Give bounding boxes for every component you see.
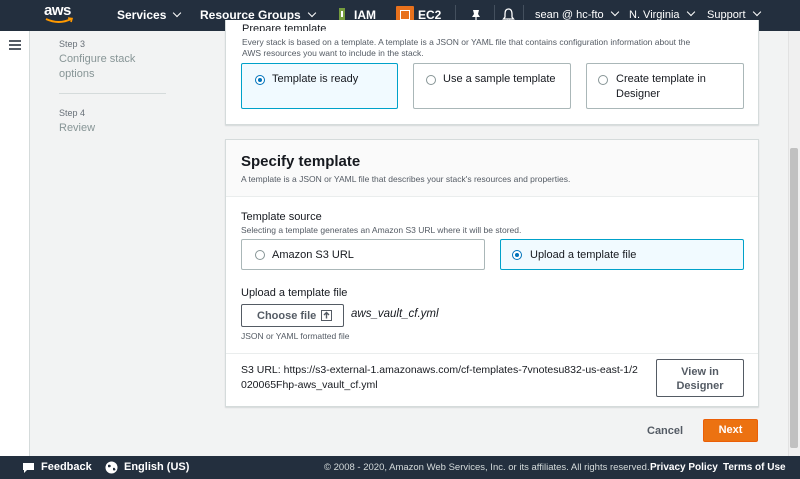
step3-label: Step 3 — [59, 39, 86, 49]
option-template-ready[interactable]: Template is ready — [241, 63, 398, 109]
aws-logo-text: aws — [44, 2, 71, 19]
hamburger-menu-icon[interactable] — [9, 40, 21, 50]
upload-icon — [321, 310, 332, 321]
radio-template-ready[interactable] — [255, 75, 265, 85]
prepare-description-line2: AWS resources you want to include in the… — [242, 48, 424, 58]
option-create-designer-line1: Create template in — [616, 73, 706, 85]
source-option-upload[interactable]: Upload a template file — [500, 239, 744, 270]
step4-title[interactable]: Review — [59, 121, 95, 136]
view-in-designer-line2: Designer — [676, 380, 724, 392]
option-create-designer[interactable]: Create template in Designer — [586, 63, 744, 109]
selected-file-name: aws_vault_cf.yml — [351, 308, 439, 320]
source-option-upload-label: Upload a template file — [530, 249, 637, 261]
option-sample-template[interactable]: Use a sample template — [413, 63, 571, 109]
source-option-s3-url-label: Amazon S3 URL — [272, 249, 354, 261]
file-format-hint: JSON or YAML formatted file — [241, 331, 350, 341]
footer-bar: Feedback English (US) © 2008 - 2020, Ama… — [0, 456, 800, 479]
radio-s3-url[interactable] — [255, 250, 265, 260]
language-selector[interactable]: English (US) — [124, 456, 189, 479]
scrollbar-thumb[interactable] — [790, 148, 798, 448]
terms-of-use-link[interactable]: Terms of Use — [723, 456, 786, 479]
chevron-down-icon — [610, 7, 619, 17]
upload-file-label: Upload a template file — [241, 287, 348, 299]
services-label: Services — [117, 8, 167, 22]
radio-upload-file[interactable] — [512, 250, 522, 260]
left-rail — [0, 31, 30, 456]
s3-url-line1: S3 URL: https://s3-external-1.amazonaws.… — [241, 364, 638, 376]
copyright-text: © 2008 - 2020, Amazon Web Services, Inc.… — [324, 462, 650, 473]
template-source-label: Template source — [241, 211, 322, 223]
radio-create-designer[interactable] — [598, 75, 608, 85]
source-option-s3-url[interactable]: Amazon S3 URL — [241, 239, 485, 270]
template-source-hint: Selecting a template generates an Amazon… — [241, 225, 522, 235]
cancel-button[interactable]: Cancel — [647, 425, 683, 437]
choose-file-label: Choose file — [257, 310, 317, 322]
choose-file-button[interactable]: Choose file — [241, 304, 344, 327]
chevron-down-icon — [686, 7, 695, 17]
chevron-down-icon — [173, 8, 182, 18]
view-in-designer-button[interactable]: View in Designer — [656, 359, 744, 397]
privacy-policy-link[interactable]: Privacy Policy — [650, 456, 718, 479]
aws-smile-icon — [45, 17, 74, 23]
option-create-designer-line2: Designer — [616, 88, 661, 100]
feedback-speech-bubble-icon — [23, 463, 34, 473]
next-button[interactable]: Next — [703, 419, 758, 442]
view-in-designer-line1: View in — [681, 366, 719, 378]
feedback-link[interactable]: Feedback — [41, 456, 92, 479]
s3-url-line2: 020065Fhp-aws_vault_cf.yml — [241, 379, 378, 391]
chevron-down-icon — [752, 7, 761, 17]
specify-template-description: A template is a JSON or YAML file that d… — [241, 174, 571, 184]
step-divider — [59, 93, 166, 94]
option-template-ready-label: Template is ready — [272, 73, 359, 85]
prepare-description-line1: Every stack is based on a template. A te… — [242, 37, 691, 47]
specify-template-title: Specify template — [241, 153, 361, 170]
services-menu[interactable]: Services — [117, 0, 182, 31]
scroll-clip — [225, 31, 759, 36]
radio-sample-template[interactable] — [426, 75, 436, 85]
step4-label: Step 4 — [59, 108, 86, 118]
option-sample-template-label: Use a sample template — [443, 73, 556, 85]
aws-logo[interactable]: aws — [44, 3, 76, 27]
globe-icon — [105, 461, 118, 474]
panel-divider — [226, 353, 758, 354]
step3-title-line2[interactable]: options — [59, 67, 94, 82]
chevron-down-icon — [307, 8, 316, 18]
step3-title-line1[interactable]: Configure stack — [59, 52, 135, 67]
